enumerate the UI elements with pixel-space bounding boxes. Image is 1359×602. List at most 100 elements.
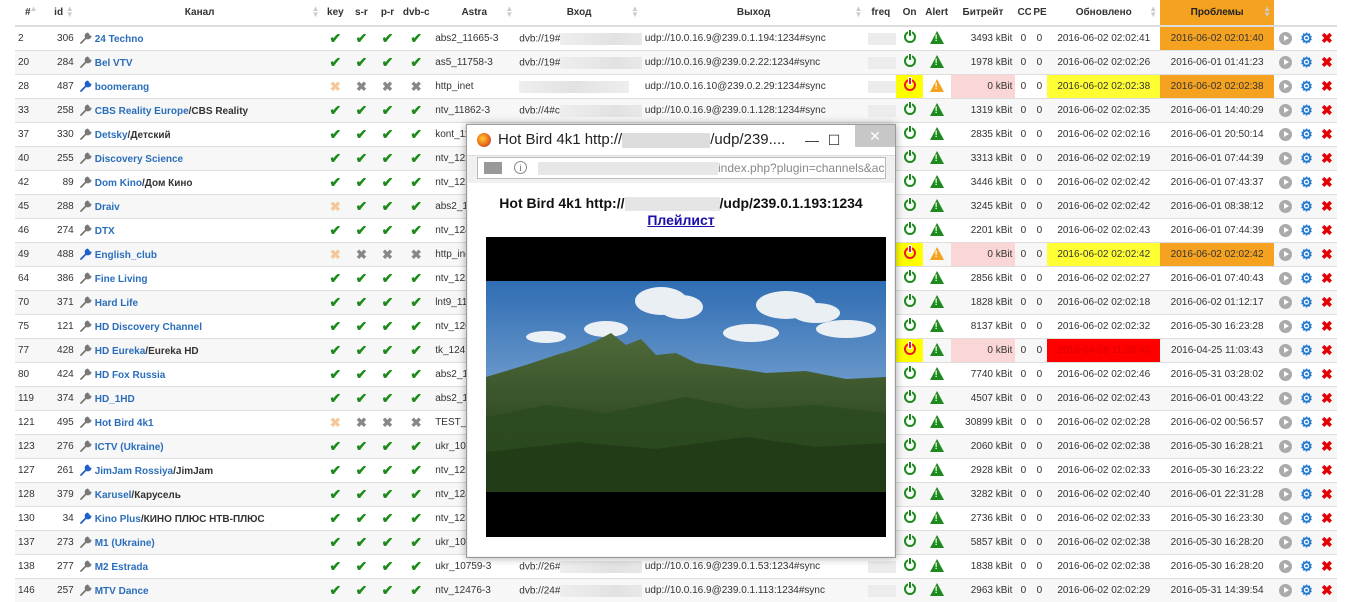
power-icon[interactable]	[904, 511, 916, 523]
power-icon[interactable]	[904, 343, 916, 355]
channel-link[interactable]: HD Fox Russia	[95, 370, 166, 381]
channel-link[interactable]: DTX	[95, 226, 115, 237]
player-popup-window[interactable]: Hot Bird 4k1 http:///udp/239.... — ☐ ✕ i…	[466, 124, 896, 558]
play-icon[interactable]	[1279, 392, 1292, 405]
playlist-link[interactable]: Плейлист	[647, 212, 714, 228]
play-icon[interactable]	[1279, 272, 1292, 285]
delete-icon[interactable]: ✖	[1321, 534, 1333, 550]
col-header-astra[interactable]: Astra▲▼	[432, 0, 516, 26]
close-button[interactable]: ✕	[855, 125, 895, 147]
play-icon[interactable]	[1279, 32, 1292, 45]
play-icon[interactable]	[1279, 488, 1292, 501]
play-icon[interactable]	[1279, 464, 1292, 477]
wrench-icon[interactable]	[80, 224, 92, 236]
channel-link[interactable]: Bel VTV	[95, 58, 133, 69]
play-icon[interactable]	[1279, 176, 1292, 189]
power-icon[interactable]	[904, 55, 916, 67]
wrench-icon[interactable]	[80, 296, 92, 308]
delete-icon[interactable]: ✖	[1321, 390, 1333, 406]
gear-icon[interactable]: ⚙	[1300, 414, 1313, 430]
play-icon[interactable]	[1279, 104, 1292, 117]
delete-icon[interactable]: ✖	[1321, 318, 1333, 334]
gear-icon[interactable]: ⚙	[1300, 582, 1313, 598]
play-icon[interactable]	[1279, 416, 1292, 429]
channel-link[interactable]: Hard Life	[95, 298, 138, 309]
gear-icon[interactable]: ⚙	[1300, 438, 1313, 454]
power-icon[interactable]	[904, 391, 916, 403]
delete-icon[interactable]: ✖	[1321, 270, 1333, 286]
wrench-icon[interactable]	[80, 80, 92, 92]
wrench-icon[interactable]	[80, 560, 92, 572]
gear-icon[interactable]: ⚙	[1300, 78, 1313, 94]
video-player[interactable]	[486, 237, 886, 537]
channel-link[interactable]: Detsky	[95, 130, 128, 141]
gear-icon[interactable]: ⚙	[1300, 174, 1313, 190]
channel-link[interactable]: HD Eureka	[95, 346, 146, 357]
gear-icon[interactable]: ⚙	[1300, 222, 1313, 238]
col-header-pes[interactable]: PES	[1031, 0, 1047, 26]
wrench-icon[interactable]	[80, 104, 92, 116]
gear-icon[interactable]: ⚙	[1300, 126, 1313, 142]
play-icon[interactable]	[1279, 152, 1292, 165]
col-header-freq[interactable]: freq	[865, 0, 896, 26]
play-icon[interactable]	[1279, 536, 1292, 549]
power-icon[interactable]	[904, 535, 916, 547]
gear-icon[interactable]: ⚙	[1300, 486, 1313, 502]
wrench-icon[interactable]	[80, 320, 92, 332]
channel-link[interactable]: boomerang	[95, 82, 149, 93]
power-icon[interactable]	[904, 79, 916, 91]
power-icon[interactable]	[904, 295, 916, 307]
power-icon[interactable]	[904, 271, 916, 283]
power-icon[interactable]	[904, 583, 916, 595]
channel-link[interactable]: MTV Dance	[95, 586, 149, 597]
col-header-dvbc[interactable]: dvb-c	[400, 0, 432, 26]
address-bar[interactable]: i index.php?plugin=channels&ac	[477, 157, 886, 179]
wrench-icon[interactable]	[80, 128, 92, 140]
play-icon[interactable]	[1279, 560, 1292, 573]
power-icon[interactable]	[904, 487, 916, 499]
wrench-icon[interactable]	[80, 272, 92, 284]
wrench-icon[interactable]	[80, 416, 92, 428]
gear-icon[interactable]: ⚙	[1300, 102, 1313, 118]
popup-titlebar[interactable]: Hot Bird 4k1 http:///udp/239.... — ☐ ✕	[467, 125, 895, 156]
delete-icon[interactable]: ✖	[1321, 54, 1333, 70]
delete-icon[interactable]: ✖	[1321, 414, 1333, 430]
wrench-icon[interactable]	[80, 464, 92, 476]
col-header-on[interactable]: On	[896, 0, 923, 26]
wrench-icon[interactable]	[80, 344, 92, 356]
gear-icon[interactable]: ⚙	[1300, 534, 1313, 550]
gear-icon[interactable]: ⚙	[1300, 366, 1313, 382]
col-header-num[interactable]: #▲	[15, 0, 41, 26]
power-icon[interactable]	[904, 103, 916, 115]
power-icon[interactable]	[904, 319, 916, 331]
power-icon[interactable]	[904, 199, 916, 211]
delete-icon[interactable]: ✖	[1321, 558, 1333, 574]
channel-link[interactable]: 24 Techno	[95, 34, 144, 45]
maximize-button[interactable]: ☐	[819, 125, 849, 155]
power-icon[interactable]	[904, 247, 916, 259]
gear-icon[interactable]: ⚙	[1300, 150, 1313, 166]
delete-icon[interactable]: ✖	[1321, 198, 1333, 214]
channel-link[interactable]: English_club	[95, 250, 157, 261]
wrench-icon[interactable]	[80, 248, 92, 260]
gear-icon[interactable]: ⚙	[1300, 198, 1313, 214]
url-text[interactable]: index.php?plugin=channels&ac	[538, 161, 884, 175]
play-icon[interactable]	[1279, 584, 1292, 597]
col-header-output[interactable]: Выход▲▼	[642, 0, 866, 26]
channel-link[interactable]: Dom Kino	[95, 178, 142, 189]
play-icon[interactable]	[1279, 296, 1292, 309]
power-icon[interactable]	[904, 367, 916, 379]
play-icon[interactable]	[1279, 440, 1292, 453]
col-header-channel[interactable]: Канал▲▼	[77, 0, 323, 26]
col-header-pr[interactable]: p-r	[375, 0, 401, 26]
delete-icon[interactable]: ✖	[1321, 78, 1333, 94]
power-icon[interactable]	[904, 559, 916, 571]
col-header-sr[interactable]: s-r	[348, 0, 375, 26]
play-icon[interactable]	[1279, 320, 1292, 333]
col-header-cc[interactable]: CC	[1015, 0, 1031, 26]
play-icon[interactable]	[1279, 248, 1292, 261]
delete-icon[interactable]: ✖	[1321, 126, 1333, 142]
delete-icon[interactable]: ✖	[1321, 510, 1333, 526]
play-icon[interactable]	[1279, 344, 1292, 357]
power-icon[interactable]	[904, 31, 916, 43]
